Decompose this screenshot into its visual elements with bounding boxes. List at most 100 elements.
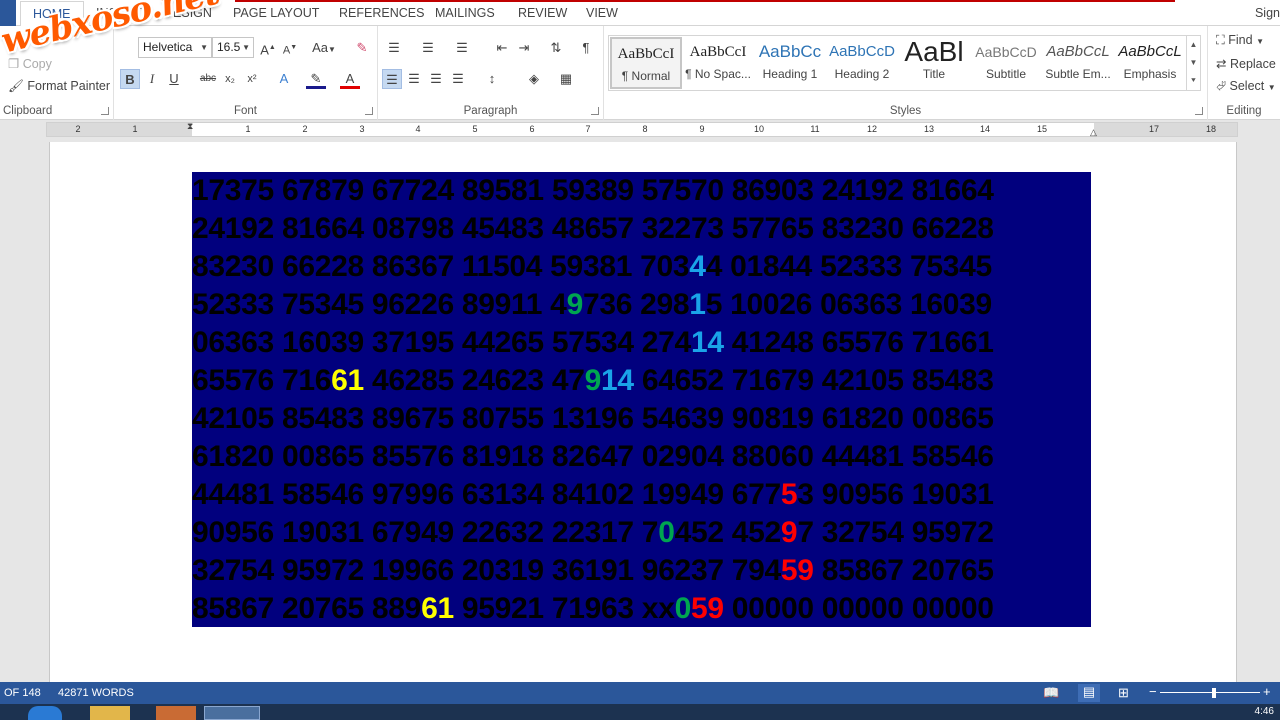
app-icon[interactable] <box>156 706 196 720</box>
select-button[interactable]: ⮰ Select ▼ <box>1216 79 1276 94</box>
highlighted-digits: 61 <box>331 364 364 397</box>
justify-icon[interactable]: ☰ <box>448 69 468 89</box>
shading-icon[interactable]: ◈ <box>524 69 544 89</box>
explorer-icon[interactable] <box>90 706 130 720</box>
subscript-button[interactable]: x₂ <box>220 69 240 89</box>
indent-marker-icon[interactable]: ⧗ <box>187 121 193 132</box>
grid-text: 3 90956 19031 <box>797 478 994 511</box>
line-spacing-icon[interactable]: ↕ <box>482 69 502 89</box>
highlighted-digits: 5 <box>780 478 798 511</box>
taskbar: 4:46 <box>0 704 1280 720</box>
align-left-icon[interactable]: ☰ <box>382 69 402 89</box>
gallery-scroll[interactable]: ▲ ▼ ⯆ <box>1186 35 1201 91</box>
style-emphasis[interactable]: AaBbCcL Emphasis <box>1114 37 1186 89</box>
grid-text: 00000 00000 00000 <box>723 592 994 625</box>
clear-formatting-icon[interactable]: ✎ <box>352 38 372 58</box>
grid-row: 32754 95972 19966 20319 36191 96237 7945… <box>192 552 994 590</box>
underline-button[interactable]: U <box>164 69 184 89</box>
numbering-icon[interactable]: ☰ <box>418 38 438 58</box>
italic-button[interactable]: I <box>142 69 162 89</box>
highlighted-digits: 0 <box>658 516 675 549</box>
align-right-icon[interactable]: ☰ <box>426 69 446 89</box>
word-count[interactable]: 42871 WORDS <box>58 687 134 699</box>
text-effects-icon[interactable]: A <box>274 69 294 89</box>
grid-text: 83230 66228 86367 11504 59381 703 <box>192 250 690 283</box>
multilevel-list-icon[interactable]: ☰ <box>452 38 472 58</box>
font-group: Helvetica ▼ 16.5 ▼ A▲ A▼ Aa▼ ✎ B I U abc x… <box>114 26 378 120</box>
show-hide-button[interactable]: ¶ <box>576 38 596 58</box>
print-layout-icon[interactable]: ▤ <box>1078 684 1100 702</box>
style-normal[interactable]: AaBbCcI ¶ Normal <box>610 37 682 89</box>
sign-in-link[interactable]: Sign <box>1255 6 1280 20</box>
web-layout-icon[interactable]: ⊞ <box>1118 685 1129 701</box>
highlighted-digits: 59 <box>780 554 814 587</box>
tab-references[interactable]: REFERENCES <box>339 6 424 20</box>
editing-group: ⛶ Find ▼ ⇄ Replace ⮰ Select ▼ Editing <box>1208 26 1280 120</box>
page-count[interactable]: OF 148 <box>4 687 41 699</box>
style-subtitle[interactable]: AaBbCcD Subtitle <box>970 37 1042 89</box>
style-heading-1[interactable]: AaBbCc Heading 1 <box>754 37 826 89</box>
tab-mailings[interactable]: MAILINGS <box>435 6 495 20</box>
change-case-button[interactable]: Aa▼ <box>310 38 338 58</box>
strikethrough-button[interactable]: abc <box>198 69 218 89</box>
style-title[interactable]: AaBl Title <box>898 37 970 89</box>
sort-icon[interactable]: ⇅ <box>546 38 566 58</box>
more-styles-icon[interactable]: ⯆ <box>1187 72 1200 90</box>
grid-row: 42105 85483 89675 80755 13196 54639 9081… <box>192 400 994 438</box>
zoom-slider[interactable] <box>1160 692 1260 693</box>
horizontal-ruler[interactable]: 2 1 1 2 3 4 5 6 7 8 9 10 11 12 13 14 15 … <box>46 121 1238 138</box>
start-icon[interactable] <box>28 706 62 720</box>
highlighted-digits: 9 <box>566 288 584 321</box>
zoom-slider-thumb[interactable] <box>1212 688 1216 698</box>
format-painter-button[interactable]: 🖌 Format Painter <box>8 79 110 94</box>
word-taskbar-icon[interactable] <box>204 706 260 720</box>
paintbrush-icon: 🖌 <box>8 79 24 93</box>
align-center-icon[interactable]: ☰ <box>404 69 424 89</box>
borders-icon[interactable]: ▦ <box>556 69 576 89</box>
style-heading-2[interactable]: AaBbCcD Heading 2 <box>826 37 898 89</box>
replace-icon: ⇄ <box>1216 57 1227 71</box>
chevron-down-icon[interactable]: ▼ <box>1187 54 1200 72</box>
grow-font-icon[interactable]: A▲ <box>258 38 278 58</box>
clipboard-launcher-icon[interactable] <box>101 107 109 115</box>
style-subtle-emphasis[interactable]: AaBbCcL Subtle Em... <box>1042 37 1114 89</box>
zoom-in-icon[interactable]: + <box>1263 684 1271 699</box>
decrease-indent-icon[interactable]: ⇤ <box>492 38 512 58</box>
grid-text: 41248 65576 71661 <box>723 326 994 359</box>
highlighted-digits: 14 <box>601 364 634 397</box>
zoom-out-icon[interactable]: − <box>1149 684 1157 699</box>
grid-text: 85867 20765 889 <box>192 592 422 625</box>
grid-row: 17375 67879 67724 89581 59389 57570 8690… <box>192 172 994 210</box>
highlighted-digits: 0 <box>674 592 692 625</box>
chevron-down-icon: ▼ <box>200 43 208 52</box>
highlighted-digits: 59 <box>690 592 724 625</box>
right-indent-marker-icon[interactable]: △ <box>1090 127 1097 138</box>
chevron-up-icon[interactable]: ▲ <box>1187 36 1200 54</box>
bold-button[interactable]: B <box>120 69 140 89</box>
read-mode-icon[interactable]: 📖 <box>1043 685 1059 701</box>
grid-text: 5 10026 06363 16039 <box>705 288 993 321</box>
chevron-down-icon: ▼ <box>1267 83 1276 92</box>
grid-text: 52333 75345 96226 89911 4 <box>192 288 567 321</box>
tab-review[interactable]: REVIEW <box>518 6 567 20</box>
font-launcher-icon[interactable] <box>365 107 373 115</box>
replace-button[interactable]: ⇄ Replace <box>1216 56 1276 71</box>
bullets-icon[interactable]: ☰ <box>384 38 404 58</box>
font-color-icon[interactable]: A <box>340 69 360 89</box>
paragraph-launcher-icon[interactable] <box>591 107 599 115</box>
find-button[interactable]: ⛶ Find ▼ <box>1216 33 1264 48</box>
increase-indent-icon[interactable]: ⇥ <box>514 38 534 58</box>
tab-page-layout[interactable]: PAGE LAYOUT <box>233 6 319 20</box>
tab-view[interactable]: VIEW <box>586 6 618 20</box>
superscript-button[interactable]: x² <box>242 69 262 89</box>
font-name-combo[interactable]: Helvetica ▼ <box>138 37 212 58</box>
grid-row: 44481 58546 97996 63134 84102 19949 6775… <box>192 476 994 514</box>
highlight-color-icon[interactable]: ✎ <box>306 69 326 89</box>
grid-text: 95921 71963 xx <box>453 592 675 625</box>
style-no-spacing[interactable]: AaBbCcI ¶ No Spac... <box>682 37 754 89</box>
shrink-font-icon[interactable]: A▼ <box>280 38 300 58</box>
font-size-combo[interactable]: 16.5 ▼ <box>212 37 254 58</box>
highlighted-digits: 9 <box>584 364 602 397</box>
grid-text: 42105 85483 89675 80755 13196 54639 9081… <box>192 402 994 435</box>
styles-launcher-icon[interactable] <box>1195 107 1203 115</box>
